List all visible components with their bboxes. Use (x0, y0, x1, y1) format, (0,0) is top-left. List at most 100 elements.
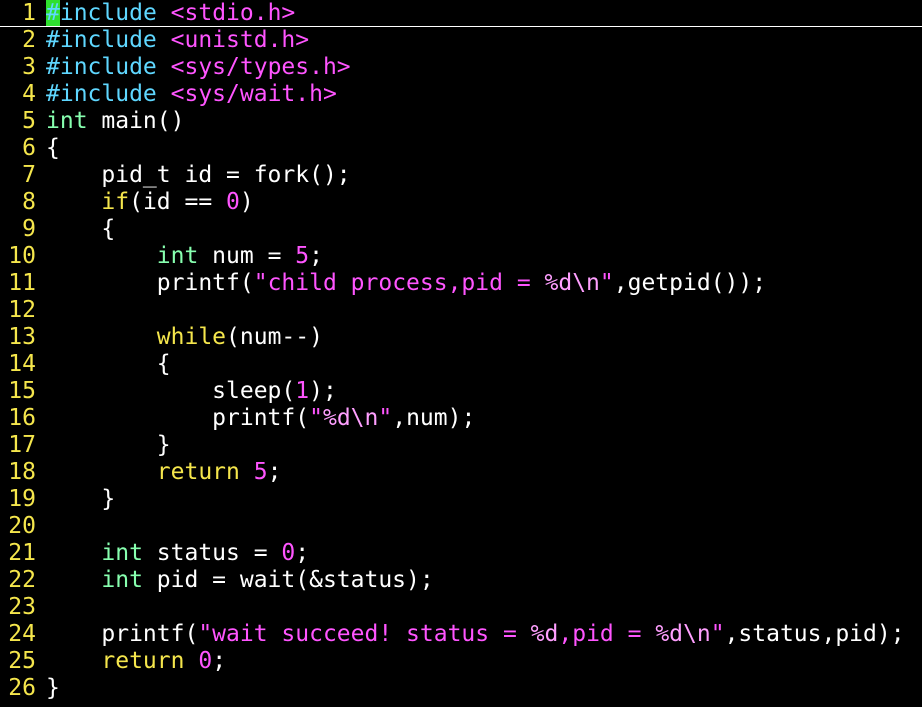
token-normal (157, 54, 171, 80)
code-text[interactable]: printf("wait succeed! status = %d,pid = … (46, 621, 922, 648)
token-normal: { (46, 216, 116, 242)
code-text[interactable]: } (46, 432, 922, 459)
token-normal: ; (295, 540, 310, 566)
token-number: 5 (253, 459, 268, 485)
code-line-25[interactable]: 25 return 0; (0, 648, 922, 675)
token-keyword: while (156, 324, 227, 350)
token-normal (157, 81, 171, 107)
code-text[interactable]: { (46, 216, 922, 243)
token-preproc: include (59, 0, 157, 26)
code-text[interactable]: pid_t id = fork(); (46, 162, 922, 189)
token-normal: (id == (129, 189, 227, 215)
token-normal (184, 648, 198, 674)
code-line-9[interactable]: 9 { (0, 216, 922, 243)
code-text[interactable]: #include <sys/types.h> (46, 54, 922, 81)
code-line-17[interactable]: 17 } (0, 432, 922, 459)
token-normal: ,num); (392, 405, 476, 431)
token-normal: printf( (46, 270, 254, 296)
code-line-15[interactable]: 15 sleep(1); (0, 378, 922, 405)
code-text[interactable]: { (46, 135, 922, 162)
code-text[interactable]: } (46, 486, 922, 513)
line-number: 20 (8, 513, 36, 539)
token-number: 0 (281, 540, 296, 566)
code-text[interactable]: #include <sys/wait.h> (46, 81, 922, 108)
token-normal: ); (309, 378, 337, 404)
code-text[interactable]: #include <unistd.h> (46, 27, 922, 54)
token-include-file: <sys/wait.h> (170, 81, 337, 107)
code-text[interactable]: int num = 5; (46, 243, 922, 270)
token-string: " (599, 270, 614, 296)
token-keyword: return (156, 459, 240, 485)
code-text[interactable]: sleep(1); (46, 378, 922, 405)
code-text[interactable]: return 0; (46, 648, 922, 675)
code-line-6[interactable]: 6{ (0, 135, 922, 162)
token-normal: (num--) (226, 324, 323, 350)
token-normal: printf( (46, 621, 199, 647)
code-text[interactable]: while(num--) (46, 324, 922, 351)
code-line-19[interactable]: 19 } (0, 486, 922, 513)
token-normal: ; (309, 243, 323, 269)
code-line-14[interactable]: 14 { (0, 351, 922, 378)
line-number: 23 (8, 594, 36, 620)
line-number: 10 (8, 243, 36, 269)
code-line-3[interactable]: 3 #include <sys/types.h> (0, 54, 922, 81)
code-text[interactable]: printf("%d\n",num); (46, 405, 922, 432)
token-normal: { (46, 135, 60, 161)
code-line-8[interactable]: 8 if(id == 0) (0, 189, 922, 216)
code-line-11[interactable]: 11 printf("child process,pid = %d\n",get… (0, 270, 922, 297)
code-text[interactable]: int main() (46, 108, 922, 135)
line-number: 6 (22, 135, 36, 161)
code-line-16[interactable]: 16 printf("%d\n",num); (0, 405, 922, 432)
token-include-file: <unistd.h> (170, 27, 310, 53)
line-number: 26 (8, 675, 36, 701)
code-text[interactable]: int pid = wait(&status); (46, 567, 922, 594)
line-number: 8 (22, 189, 36, 215)
line-number: 12 (8, 297, 36, 323)
line-number: 21 (8, 540, 36, 566)
code-line-12[interactable]: 12 (0, 297, 922, 324)
token-preproc: #include (46, 81, 157, 107)
code-text[interactable]: int status = 0; (46, 540, 922, 567)
code-line-18[interactable]: 18 return 5; (0, 459, 922, 486)
token-normal: ; (267, 459, 282, 485)
code-line-23[interactable]: 23 (0, 594, 922, 621)
code-text[interactable]: if(id == 0) (46, 189, 922, 216)
token-normal: main() (87, 108, 185, 134)
line-number: 1 (22, 0, 36, 26)
token-normal (157, 27, 171, 53)
token-string: "wait succeed! status = (198, 621, 531, 647)
line-number: 3 (22, 54, 36, 80)
code-line-20[interactable]: 20 (0, 513, 922, 540)
code-line-5[interactable]: 5 int main() (0, 108, 922, 135)
code-text[interactable]: { (46, 351, 922, 378)
token-include-file: <stdio.h> (170, 0, 296, 26)
code-line-1[interactable]: 1 #include <stdio.h> (0, 0, 922, 27)
code-line-4[interactable]: 4 #include <sys/wait.h> (0, 81, 922, 108)
code-line-10[interactable]: 10 int num = 5; (0, 243, 922, 270)
token-normal (240, 459, 254, 485)
code-text[interactable]: } (46, 675, 922, 702)
code-line-21[interactable]: 21 int status = 0; (0, 540, 922, 567)
code-text[interactable]: printf("child process,pid = %d\n",getpid… (46, 270, 922, 297)
code-text[interactable]: #include <stdio.h> (46, 0, 922, 27)
token-number: 5 (295, 243, 310, 269)
code-line-22[interactable]: 22 int pid = wait(&status); (0, 567, 922, 594)
token-normal (46, 459, 157, 485)
code-editor[interactable]: 1 #include <stdio.h> 2 #include <unistd.h> 3… (0, 0, 922, 707)
code-text[interactable]: return 5; (46, 459, 922, 486)
code-line-26[interactable]: 26} (0, 675, 922, 702)
token-string: " (378, 405, 393, 431)
line-number: 9 (22, 216, 36, 242)
token-normal: status = (142, 540, 282, 566)
line-number: 14 (8, 351, 36, 377)
code-line-24[interactable]: 24 printf("wait succeed! status = %d,pid… (0, 621, 922, 648)
code-line-2[interactable]: 2 #include <unistd.h> (0, 27, 922, 54)
token-normal: ) (239, 189, 254, 215)
token-keyword: return (101, 648, 185, 674)
code-line-13[interactable]: 13 while(num--) (0, 324, 922, 351)
token-keyword: if (101, 189, 130, 215)
token-normal: printf( (46, 405, 310, 431)
line-number: 5 (22, 108, 36, 134)
line-number: 16 (8, 405, 36, 431)
code-line-7[interactable]: 7 pid_t id = fork(); (0, 162, 922, 189)
